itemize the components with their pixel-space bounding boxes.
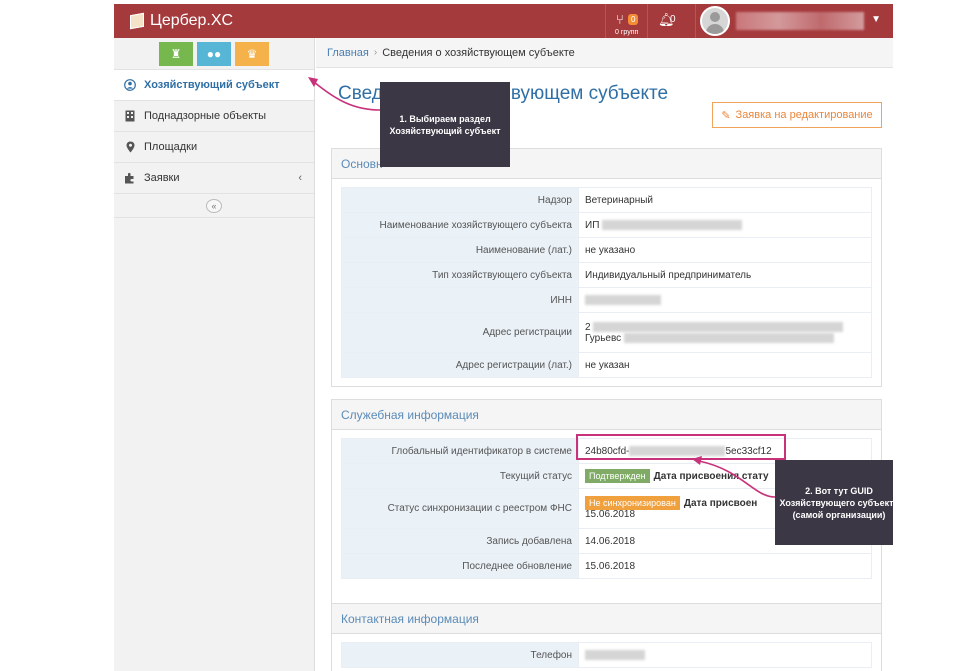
main-info-table: Надзор Ветеринарный Наименование хозяйств…: [341, 187, 872, 378]
row-label: Запись добавлена: [341, 528, 579, 554]
brand-name: Цербер.XC: [150, 12, 234, 29]
redacted-value: [593, 321, 844, 332]
row-label: Наименование хозяйствующего субъекта: [341, 212, 579, 238]
sidebar-collapse-row: «: [114, 194, 314, 218]
edit-request-button[interactable]: ✎ Заявка на редактирование: [712, 102, 882, 128]
app-window: Цербер.XC ⑂ 0 0 групп 🔔︎ 0 ▼ ♜ ●● ♛ Хозя…: [114, 0, 893, 671]
address-line-2: Гурьевс: [585, 332, 622, 344]
redacted-value: [623, 332, 834, 343]
map-marker-icon: [124, 141, 136, 153]
chevron-right-icon: ›: [373, 47, 378, 58]
groups-label: 0 групп: [615, 29, 639, 36]
sidebar-item-business-entity[interactable]: Хозяйствующий субъект: [114, 70, 314, 101]
sidebar-item-supervised-objects[interactable]: Поднадзорные объекты: [114, 101, 314, 132]
row-value: 2 Гурьевс: [578, 312, 872, 353]
row-value: [578, 642, 872, 668]
panel-heading: Контактная информация: [332, 604, 881, 634]
redacted-value: [585, 294, 661, 305]
sidebar-shortcuts: ♜ ●● ♛: [114, 38, 314, 70]
panel-heading: Служебная информация: [332, 400, 881, 430]
row-label: Последнее обновление: [341, 553, 579, 579]
row-label: Телефон: [341, 642, 579, 668]
table-row: Адрес регистрации (лат.) не указан: [341, 352, 872, 378]
row-label: Надзор: [341, 187, 579, 213]
avatar: [700, 6, 730, 36]
row-label: Наименование (лат.): [341, 237, 579, 263]
row-label: Адрес регистрации (лат.): [341, 352, 579, 378]
page-title-end: вующем субъекте: [510, 83, 669, 104]
row-value: не указан: [578, 352, 872, 378]
user-menu[interactable]: ▼: [695, 4, 893, 38]
contact-info-panel: Контактная информация Телефон: [331, 603, 882, 671]
sidebar-item-label: Поднадзорные объекты: [144, 110, 267, 122]
row-label: Статус синхронизации с реестром ФНС: [341, 488, 579, 529]
row-value: не указано: [578, 237, 872, 263]
address-prefix: 2: [585, 321, 591, 333]
contact-info-table: Телефон: [341, 642, 872, 668]
row-value: [578, 287, 872, 313]
status-badge: Подтвержден: [585, 468, 650, 483]
crown-icon[interactable]: ♛: [235, 42, 269, 66]
branch-icon: ⑂: [616, 12, 624, 27]
top-bar: Цербер.XC ⑂ 0 0 групп 🔔︎ 0 ▼: [114, 4, 893, 38]
sidebar: ♜ ●● ♛ Хозяйствующий субъект Поднадзорны…: [114, 38, 315, 671]
callout-step-1: 1. Выбираем раздел Хозяйствующий субъект: [380, 82, 510, 167]
row-label: Адрес регистрации: [341, 312, 579, 353]
building-icon: [124, 110, 136, 122]
breadcrumb-home-link[interactable]: Главная: [327, 47, 369, 59]
notifications-menu[interactable]: 🔔︎ 0: [647, 4, 687, 38]
sidebar-item-label: Заявки: [144, 172, 180, 184]
table-row: Надзор Ветеринарный: [341, 187, 872, 213]
sidebar-item-label: Хозяйствующий субъект: [144, 79, 280, 91]
sidebar-item-sites[interactable]: Площадки: [114, 132, 314, 163]
row-label: ИНН: [341, 287, 579, 313]
main-info-panel: Основн Надзор Ветеринарный Наименование х…: [331, 148, 882, 387]
redacted-value: [602, 219, 743, 230]
groups-menu[interactable]: ⑂ 0 0 групп: [605, 4, 645, 38]
row-label: Глобальный идентификатор в системе: [341, 438, 579, 464]
row-value: Индивидуальный предприниматель: [578, 262, 872, 288]
table-row: Наименование хозяйствующего субъекта ИП: [341, 212, 872, 238]
notifications-count: 0: [670, 14, 676, 25]
caret-down-icon: ▼: [871, 14, 881, 25]
status-date-label: Дата присвоения стату: [653, 470, 769, 482]
row-value: 15.06.2018: [578, 553, 872, 579]
table-row: Наименование (лат.) не указано: [341, 237, 872, 263]
double-chevron-left-icon[interactable]: «: [206, 198, 222, 213]
sync-status-badge: Не синхронизирован: [585, 495, 680, 510]
puzzle-icon: [124, 172, 136, 184]
table-row: Телефон: [341, 642, 872, 668]
brand-logo[interactable]: Цербер.XC: [130, 12, 233, 30]
row-label: Тип хозяйствующего субъекта: [341, 262, 579, 288]
users-icon[interactable]: ●●: [197, 42, 231, 66]
table-row: Последнее обновление 15.06.2018: [341, 553, 872, 579]
entity-name-prefix: ИП: [585, 219, 600, 231]
row-value: ИП: [578, 212, 872, 238]
trophy-icon[interactable]: ♜: [159, 42, 193, 66]
callout-step-2: 2. Вот тут GUID Хозяйствующего субъекта …: [775, 460, 893, 545]
table-row: Адрес регистрации 2 Гурьевс: [341, 312, 872, 353]
row-label: Текущий статус: [341, 463, 579, 489]
sync-date-label: Дата присвоен: [683, 497, 758, 509]
edit-request-label: Заявка на редактирование: [735, 109, 873, 121]
sidebar-item-requests[interactable]: Заявки ‹: [114, 163, 314, 194]
user-circle-icon: [124, 79, 136, 91]
breadcrumb: Главная › Сведения о хозяйствующем субъе…: [316, 38, 893, 68]
guid-highlight: [576, 434, 786, 460]
groups-badge: 0: [628, 14, 639, 25]
table-row: Тип хозяйствующего субъекта Индивидуальны…: [341, 262, 872, 288]
redacted-value: [585, 649, 645, 660]
page-title-start: Свед: [338, 83, 383, 104]
edit-icon: ✎: [721, 109, 731, 122]
chevron-left-icon: ‹: [298, 172, 302, 184]
user-name-redacted: [736, 12, 864, 30]
table-row: ИНН: [341, 287, 872, 313]
breadcrumb-current: Сведения о хозяйствующем субъекте: [382, 46, 575, 59]
cube-icon: [130, 12, 144, 30]
row-value: Ветеринарный: [578, 187, 872, 213]
sidebar-item-label: Площадки: [144, 141, 198, 153]
